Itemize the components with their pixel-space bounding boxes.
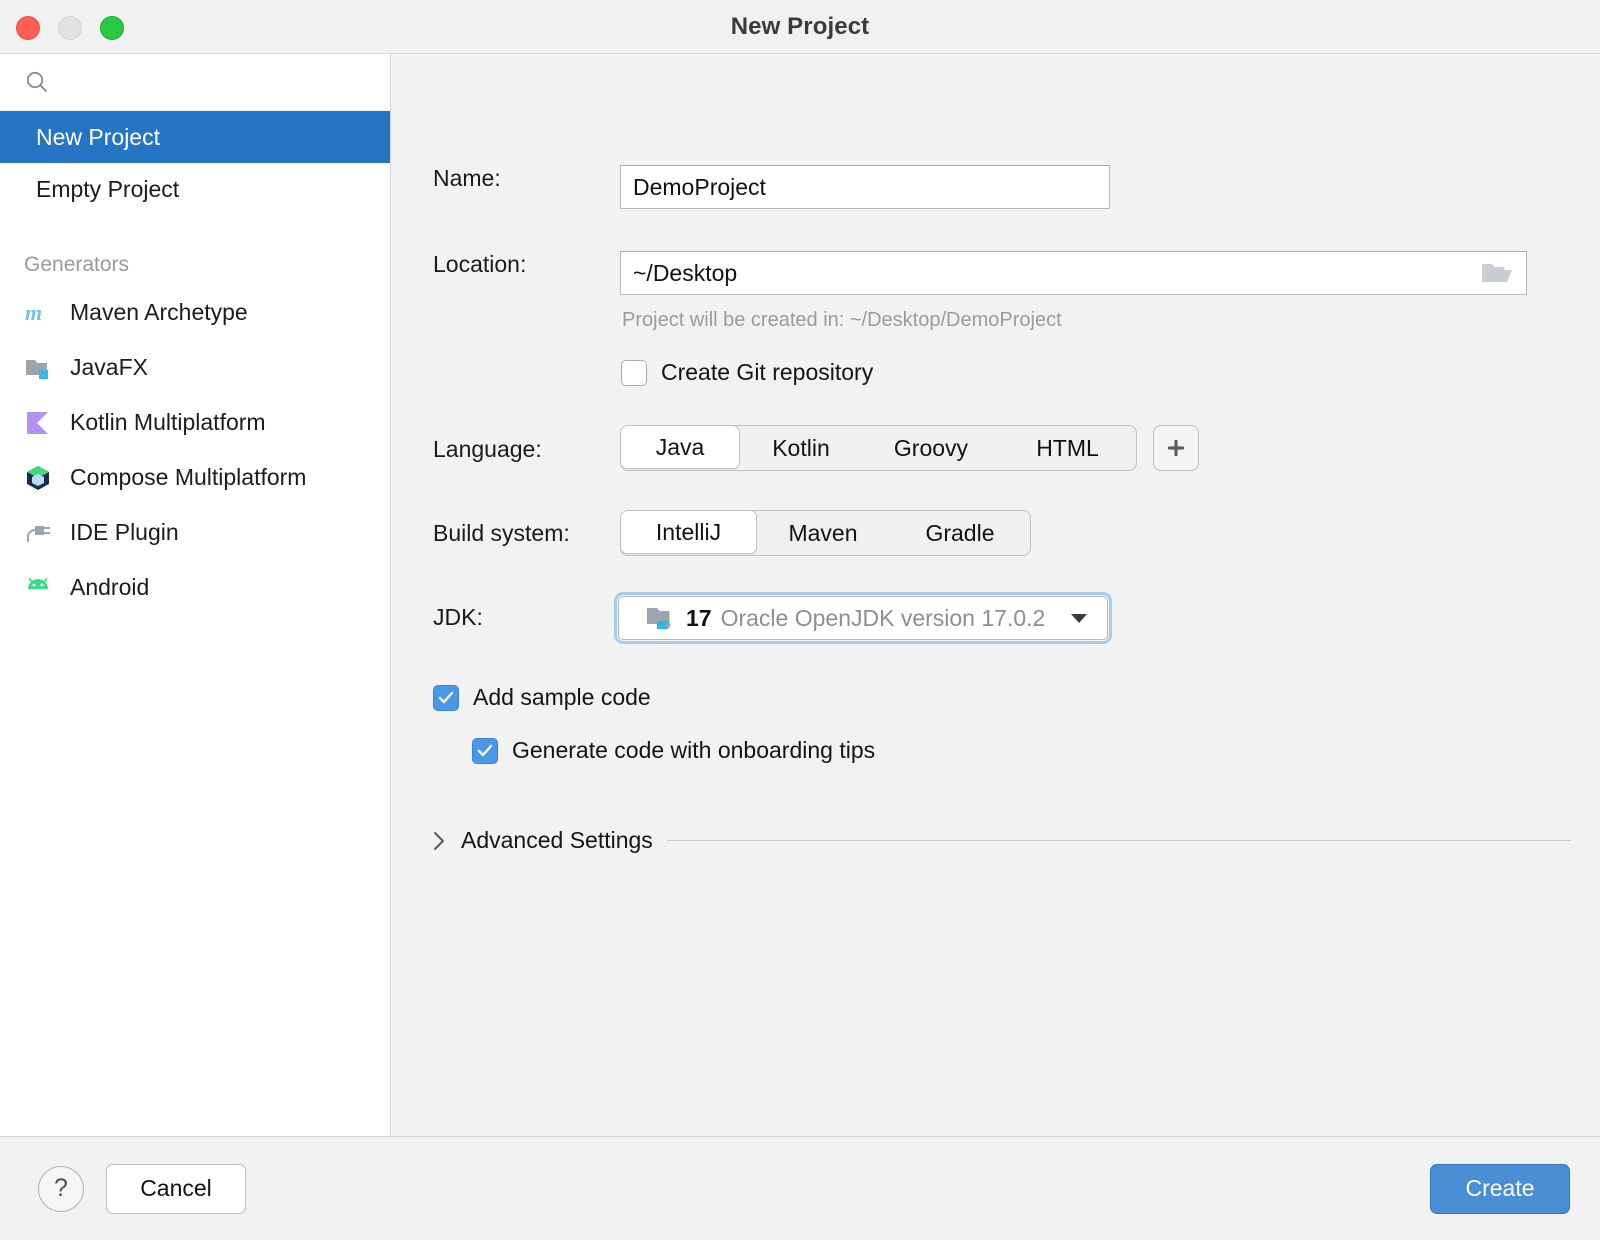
page-title: New Project xyxy=(0,13,1600,41)
build-system-option-maven[interactable]: Maven xyxy=(756,511,890,555)
build-system-segmented-control[interactable]: IntelliJ Maven Gradle xyxy=(620,510,1031,556)
sidebar-item-new-project[interactable]: New Project xyxy=(0,111,390,163)
create-git-repository-label: Create Git repository xyxy=(661,359,873,386)
advanced-settings-label: Advanced Settings xyxy=(461,827,653,854)
jdk-version: 17 xyxy=(686,605,712,632)
help-button[interactable]: ? xyxy=(38,1166,84,1212)
build-system-option-gradle[interactable]: Gradle xyxy=(890,511,1030,555)
jdk-row: JDK: xyxy=(433,604,621,631)
jdk-combo-focus-ring: 17 Oracle OpenJDK version 17.0.2 xyxy=(614,592,1112,644)
dialog-body: New Project Empty Project Generators m M… xyxy=(0,54,1600,1136)
add-sample-code-checkbox[interactable]: Add sample code xyxy=(433,684,651,711)
javafx-icon xyxy=(22,352,54,384)
sidebar-item-label: JavaFX xyxy=(70,354,148,381)
folder-open-icon[interactable] xyxy=(1480,259,1514,287)
dialog-footer: ? Cancel Create xyxy=(0,1136,1600,1240)
content-pane: Name: DemoProject Location: ~/Desktop Pr… xyxy=(391,54,1600,1136)
create-button[interactable]: Create xyxy=(1430,1164,1570,1214)
minimize-button[interactable] xyxy=(58,16,82,40)
sidebar-item-label: Compose Multiplatform xyxy=(70,464,306,491)
sidebar-item-ide-plugin[interactable]: IDE Plugin xyxy=(0,505,390,560)
sidebar-item-label: Maven Archetype xyxy=(70,299,248,326)
language-option-java[interactable]: Java xyxy=(620,425,740,469)
search-icon xyxy=(24,69,50,95)
build-system-controls: IntelliJ Maven Gradle xyxy=(620,510,1031,556)
checkbox-box xyxy=(621,360,647,386)
language-option-groovy[interactable]: Groovy xyxy=(863,426,999,470)
kotlin-multiplatform-icon xyxy=(22,407,54,439)
sidebar-item-label: New Project xyxy=(36,124,160,151)
add-sample-code-label: Add sample code xyxy=(473,684,651,711)
jdk-select[interactable]: 17 Oracle OpenJDK version 17.0.2 xyxy=(618,596,1108,640)
checkbox-box xyxy=(433,685,459,711)
location-hint: Project will be created in: ~/Desktop/De… xyxy=(622,309,1062,332)
language-option-kotlin[interactable]: Kotlin xyxy=(739,426,863,470)
window-controls xyxy=(16,16,124,40)
svg-text:m: m xyxy=(25,300,42,325)
sidebar-item-label: Empty Project xyxy=(36,176,179,203)
search-input[interactable] xyxy=(0,54,390,111)
name-field-value: DemoProject xyxy=(633,174,766,201)
sidebar-item-label: Android xyxy=(70,574,149,601)
chevron-down-icon[interactable] xyxy=(1068,610,1090,626)
language-label: Language: xyxy=(433,436,621,463)
maven-icon: m xyxy=(22,297,54,329)
cancel-button[interactable]: Cancel xyxy=(106,1164,246,1214)
new-project-dialog: New Project New Project Empty Project Ge… xyxy=(0,0,1600,1240)
sidebar-item-label: IDE Plugin xyxy=(70,519,179,546)
title-bar: New Project xyxy=(0,0,1600,54)
compose-multiplatform-icon xyxy=(22,462,54,494)
chevron-right-icon xyxy=(431,830,447,852)
ide-plugin-icon xyxy=(22,517,54,549)
sidebar-item-maven-archetype[interactable]: m Maven Archetype xyxy=(0,285,390,340)
zoom-button[interactable] xyxy=(100,16,124,40)
sidebar-item-javafx[interactable]: JavaFX xyxy=(0,340,390,395)
sidebar-item-label: Kotlin Multiplatform xyxy=(70,409,266,436)
onboarding-tips-checkbox[interactable]: Generate code with onboarding tips xyxy=(472,737,875,764)
name-label: Name: xyxy=(433,165,621,192)
onboarding-tips-label: Generate code with onboarding tips xyxy=(512,737,875,764)
jdk-folder-icon xyxy=(645,604,677,632)
language-option-html[interactable]: HTML xyxy=(999,426,1136,470)
build-system-row: Build system: xyxy=(433,520,621,547)
name-field[interactable]: DemoProject xyxy=(620,165,1110,209)
sidebar-item-compose-multiplatform[interactable]: Compose Multiplatform xyxy=(0,450,390,505)
android-icon xyxy=(22,572,54,604)
create-git-repository-checkbox[interactable]: Create Git repository xyxy=(621,359,873,386)
checkbox-box xyxy=(472,738,498,764)
name-row: Name: xyxy=(433,165,621,192)
sidebar-item-empty-project[interactable]: Empty Project xyxy=(0,163,390,215)
generators-heading: Generators xyxy=(0,253,390,277)
location-label: Location: xyxy=(433,251,621,278)
add-language-button[interactable] xyxy=(1153,425,1199,471)
sidebar-item-android[interactable]: Android xyxy=(0,560,390,615)
language-segmented-control[interactable]: Java Kotlin Groovy HTML xyxy=(620,425,1137,471)
sidebar: New Project Empty Project Generators m M… xyxy=(0,54,391,1136)
advanced-settings-divider xyxy=(667,840,1571,841)
language-controls: Java Kotlin Groovy HTML xyxy=(620,425,1199,471)
jdk-label: JDK: xyxy=(433,604,621,631)
language-row: Language: xyxy=(433,436,621,463)
location-field-value: ~/Desktop xyxy=(633,260,737,287)
jdk-description: Oracle OpenJDK version 17.0.2 xyxy=(721,605,1046,632)
build-system-option-intellij[interactable]: IntelliJ xyxy=(620,510,757,554)
build-system-label: Build system: xyxy=(433,520,621,547)
advanced-settings-toggle[interactable]: Advanced Settings xyxy=(431,827,1571,854)
location-row: Location: xyxy=(433,251,621,278)
close-button[interactable] xyxy=(16,16,40,40)
sidebar-item-kotlin-multiplatform[interactable]: Kotlin Multiplatform xyxy=(0,395,390,450)
location-field[interactable]: ~/Desktop xyxy=(620,251,1527,295)
